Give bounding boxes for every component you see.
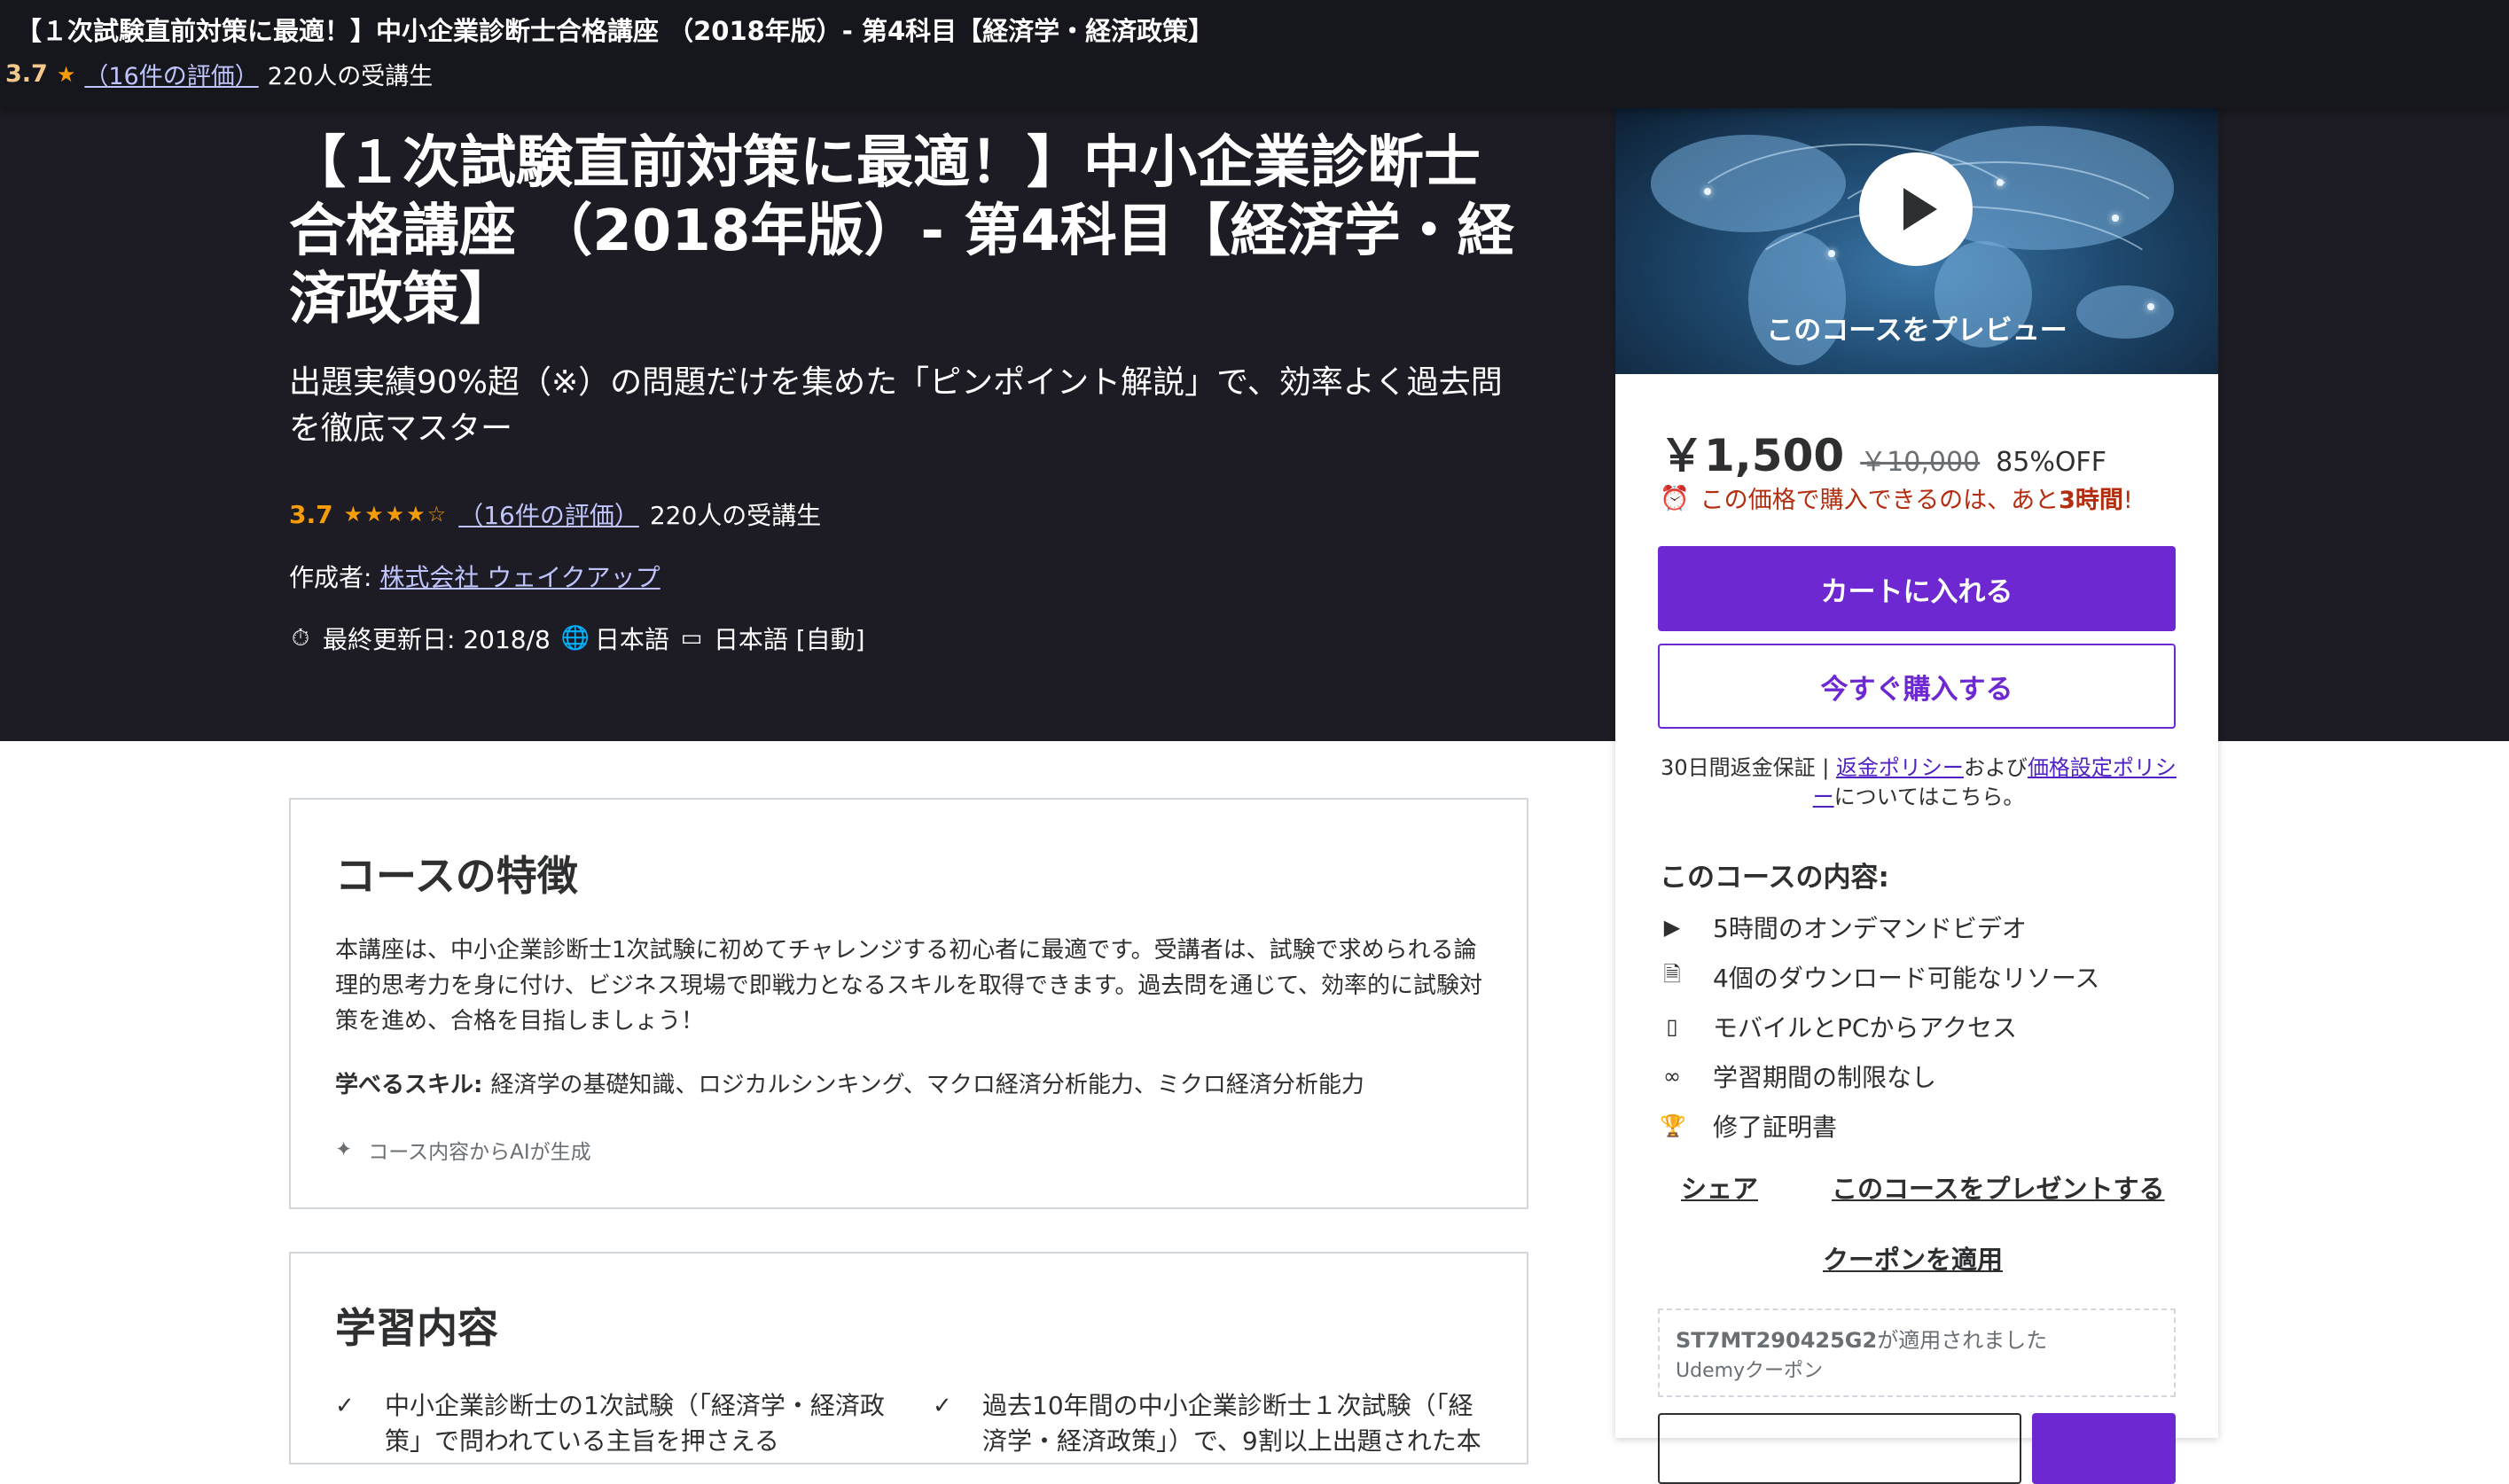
map-dot [1828, 250, 1835, 257]
alarm-clock-icon: ⏰ [1660, 484, 1690, 512]
learn-item: ✓ 中小企業診断士の1次試験（「経済学・経済政策」で問われている主旨を押さえる [335, 1388, 885, 1459]
check-icon: ✓ [933, 1393, 952, 1419]
captions-icon: ▭ [680, 625, 703, 652]
includes-heading: このコースの内容: [1660, 862, 1889, 894]
learn-heading: 学習内容 [335, 1304, 498, 1352]
features-description: 本講座は、中小企業診断士1次試験に初めてチャレンジする初心者に最適です。受講者は… [335, 937, 1483, 1035]
sale-timer: ⏰ この価格で購入できるのは、あと3時間! [1660, 480, 2133, 515]
star-icon: ★ [56, 61, 76, 87]
guarantee-prefix: 30日間返金保証 | [1661, 755, 1836, 780]
sticky-rating-row: 3.7 ★ （16件の評価） 220人の受講生 [5, 57, 433, 91]
refund-policy-link[interactable]: 返金ポリシー [1836, 755, 1964, 780]
alert-clock-icon: ⏱ [291, 624, 310, 652]
discount-percent: 85%OFF [1996, 447, 2106, 478]
course-features-card: コースの特徴 本講座は、中小企業診断士1次試験に初めてチャレンジする初心者に最適… [289, 798, 1528, 1209]
sticky-reviews-link[interactable]: （16件の評価） [84, 57, 258, 91]
include-item-video: ▶ 5時間のオンデマンドビデオ [1660, 902, 2099, 952]
apply-coupon-link[interactable]: クーポンを適用 [1823, 1239, 2003, 1277]
include-item-lifetime: ∞ 学習期間の制限なし [1660, 1051, 2099, 1101]
timer-hours: 3時間 [2059, 487, 2123, 514]
applied-coupon-box: ST7MT290425G2が適用されました Udemyクーポン [1658, 1308, 2176, 1397]
course-captions: 日本語 [自動] [713, 625, 865, 654]
author-link[interactable]: 株式会社 ウェイクアップ [379, 563, 660, 592]
guarantee-suffix: についてはこちら。 [1833, 785, 2025, 809]
include-item-resources: 🗎 4個のダウンロード可能なリソース [1660, 952, 2099, 1002]
trophy-icon: 🏆 [1660, 1113, 1686, 1138]
money-back-guarantee: 30日間返金保証 | 返金ポリシーおよび価格設定ポリシーについてはこちら。 [1660, 754, 2177, 812]
last-updated: 最終更新日: 2018/8 [323, 625, 551, 654]
check-icon: ✓ [335, 1393, 355, 1419]
preview-label: このコースをプレビュー [1766, 315, 2067, 347]
what-you-learn-card: 学習内容 ✓ 中小企業診断士の1次試験（「経済学・経済政策」で問われている主旨を… [289, 1252, 1528, 1464]
sticky-header: 【１次試験直前対策に最適！】中小企業診断士合格講座 （2018年版）- 第4科目… [0, 0, 2509, 108]
timer-end: ! [2122, 487, 2133, 514]
author-label: 作成者: [289, 563, 380, 592]
sticky-course-title: 【１次試験直前対策に最適！】中小企業診断士合格講座 （2018年版）- 第4科目… [16, 16, 1215, 46]
current-price: ￥1,500 [1660, 430, 1845, 481]
ai-note-text: コース内容からAIが生成 [368, 1141, 591, 1164]
play-icon [1903, 188, 1937, 230]
infinity-icon: ∞ [1663, 1064, 1681, 1089]
sticky-students-count: 220人の受講生 [267, 63, 434, 90]
course-subtitle: 出題実績90%超（※）の問題だけを集めた「ピンポイント解説」で、効率よく過去問を… [289, 364, 1503, 447]
rating-value: 3.7 [289, 499, 333, 529]
globe-icon: 🌐 [560, 625, 590, 652]
learn-item-text: 中小企業診断士の1次試験（「経済学・経済政策」で問われている主旨を押さえる [385, 1391, 885, 1456]
guarantee-and: および [1963, 755, 2028, 780]
reviews-link[interactable]: （16件の評価） [458, 496, 639, 532]
include-item-certificate: 🏆 修了証明書 [1660, 1113, 1838, 1142]
video-icon: ▶ [1663, 915, 1681, 940]
map-dot [1997, 179, 2004, 186]
purchase-sidebar: このコースをプレビュー ￥1,500 ￥10,000 85%OFF ⏰ この価格… [1615, 108, 2218, 1484]
gift-course-link[interactable]: このコースをプレゼントする [1832, 1168, 2165, 1206]
features-heading: コースの特徴 [335, 852, 578, 900]
learn-item: ✓ 過去10年間の中小企業診断士１次試験（「経済学・経済政策」）で、9割以上出題… [933, 1388, 1482, 1459]
price-row: ￥1,500 ￥10,000 85%OFF [1660, 420, 2106, 484]
coupon-code-row: ST7MT290425G2が適用されました [1676, 1323, 2047, 1354]
skills-label: 学べるスキル: [335, 1072, 491, 1098]
coupon-code: ST7MT290425G2 [1676, 1328, 1878, 1353]
buy-now-button[interactable]: 今すぐ購入する [1658, 644, 2176, 729]
learn-item-text: 過去10年間の中小企業診断士１次試験（「経済学・経済政策」）で、9割以上出題され… [982, 1391, 1481, 1456]
coupon-applied-text: が適用されました [1877, 1328, 2048, 1353]
map-dot [1704, 188, 1711, 195]
course-meta-row: ⏱ 最終更新日: 2018/8 🌐 日本語 ▭ 日本語 [自動] [289, 621, 865, 656]
timer-text: この価格で購入できるのは、あと [1700, 487, 2060, 514]
course-language: 日本語 [594, 625, 669, 654]
course-preview-video[interactable]: このコースをプレビュー [1615, 108, 2218, 374]
sticky-rating-value: 3.7 [5, 60, 48, 88]
skills-row: 学べるスキル: 経済学の基礎知識、ロジカルシンキング、マクロ経済分析能力、ミクロ… [335, 1067, 1488, 1103]
file-download-icon: 🗎 [1663, 961, 1681, 987]
coupon-type: Udemyクーポン [1676, 1360, 1824, 1382]
includes-list: ▶ 5時間のオンデマンドビデオ 🗎 4個のダウンロード可能なリソース ▯ モバイルとP… [1660, 902, 2099, 1151]
mobile-icon: ▯ [1666, 1014, 1678, 1039]
play-button[interactable] [1859, 152, 1973, 266]
course-rating-row: 3.7 ★★★★☆ （16件の評価） 220人の受講生 [289, 496, 821, 532]
original-price: ￥10,000 [1860, 447, 1981, 478]
author-row: 作成者: 株式会社 ウェイクアップ [289, 558, 660, 594]
share-link[interactable]: シェア [1681, 1168, 1758, 1206]
include-item-mobile: ▯ モバイルとPCからアクセス [1660, 1002, 2099, 1051]
rating-stars-icon: ★★★★☆ [343, 502, 449, 527]
coupon-apply-button[interactable] [2032, 1413, 2176, 1484]
course-title: 【１次試験直前対策に最適！】中小企業診断士合格講座 （2018年版）- 第4科目… [289, 130, 1514, 332]
students-count: 220人の受講生 [649, 501, 822, 530]
coupon-input[interactable] [1658, 1413, 2021, 1484]
map-dot [2112, 215, 2119, 222]
add-to-cart-button[interactable]: カートに入れる [1658, 546, 2176, 631]
ai-generated-note: ✦ コース内容からAIが生成 [335, 1135, 591, 1165]
skills-list: 経済学の基礎知識、ロジカルシンキング、マクロ経済分析能力、ミクロ経済分析能力 [490, 1072, 1364, 1098]
sparkle-icon: ✦ [335, 1138, 353, 1161]
